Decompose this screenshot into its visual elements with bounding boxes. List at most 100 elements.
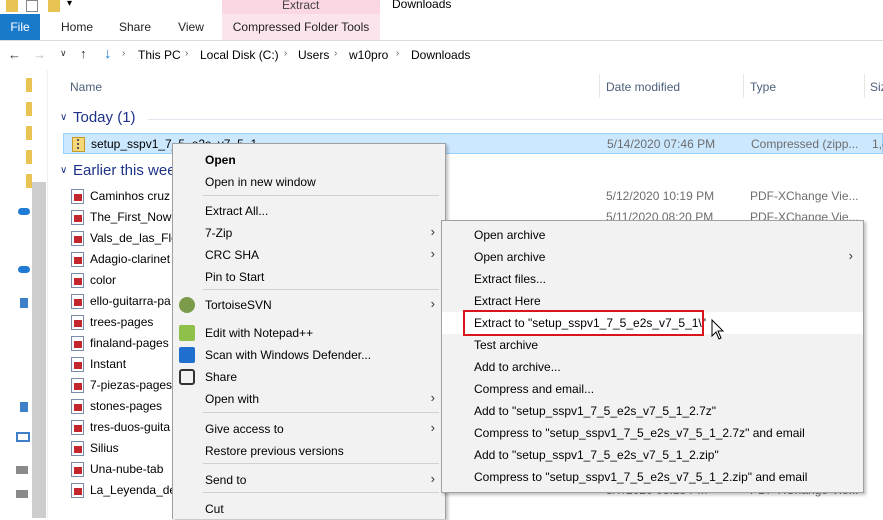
tab-file[interactable]: File (0, 14, 40, 40)
folder-icon[interactable] (26, 78, 32, 92)
sevenzip-menu-item[interactable]: Compress and email... (442, 378, 863, 400)
menu-item-label: Share (205, 370, 238, 384)
building-icon[interactable] (20, 402, 28, 412)
breadcrumb-downloads[interactable]: Downloads (411, 48, 470, 62)
folder-icon[interactable] (26, 126, 32, 140)
menu-item-crc-sha[interactable]: CRC SHA › (173, 244, 445, 266)
menu-item-label: Pin to Start (205, 270, 265, 284)
back-arrow-icon[interactable]: ← (8, 47, 21, 62)
menu-item-open-with[interactable]: Open with › (173, 388, 445, 410)
pdf-file-icon (71, 399, 84, 414)
group-header-earlier[interactable]: Earlier this wee (73, 162, 176, 179)
sevenzip-menu-item[interactable]: Extract files... (442, 268, 863, 290)
drive-icon[interactable] (16, 466, 28, 474)
menu-item-7-zip[interactable]: 7-Zip › (173, 222, 445, 244)
highlight-box (463, 310, 704, 336)
folder-icon[interactable] (26, 150, 32, 164)
breadcrumb-separator-icon[interactable]: › (185, 48, 188, 59)
breadcrumb-separator-icon[interactable]: › (396, 48, 399, 59)
tab-home[interactable]: Home (52, 14, 102, 40)
menu-item-extract-all[interactable]: Extract All... (173, 200, 445, 222)
breadcrumb-separator-icon[interactable]: › (122, 48, 125, 59)
tab-compressed-folder-tools[interactable]: Compressed Folder Tools (222, 14, 380, 40)
breadcrumb-w10pro[interactable]: w10pro (349, 48, 388, 62)
drive-icon[interactable] (16, 490, 28, 498)
menu-item-edit-with-notepad[interactable]: Edit with Notepad++ (173, 322, 445, 344)
sevenzip-menu-item[interactable]: Compress to "setup_sspv1_7_5_e2s_v7_5_1_… (442, 466, 863, 488)
file-name: Instant (90, 357, 127, 371)
menu-item-label: Give access to (205, 422, 284, 436)
menu-item-label: Open archive (474, 228, 546, 242)
onedrive-icon[interactable] (18, 208, 30, 215)
breadcrumb-separator-icon[interactable]: › (284, 48, 287, 59)
pdf-file-icon (71, 189, 84, 204)
sevenzip-menu-item[interactable]: Open archive › (442, 246, 863, 268)
forward-arrow-icon[interactable]: → (33, 47, 46, 62)
submenu-arrow-icon: › (430, 471, 435, 486)
sevenzip-menu-item[interactable]: Add to archive... (442, 356, 863, 378)
menu-item-pin-to-start[interactable]: Pin to Start (173, 266, 445, 288)
file-name: The_First_Nowe (90, 210, 179, 224)
file-name: Vals_de_las_Flor (90, 231, 182, 245)
menu-item-cut[interactable]: Cut (173, 498, 445, 520)
menu-item-share[interactable]: Share (173, 366, 445, 388)
menu-separator (203, 492, 439, 493)
menu-item-restore-previous-versions[interactable]: Restore previous versions (173, 440, 445, 462)
sevenzip-menu-item[interactable]: Compress to "setup_sspv1_7_5_e2s_v7_5_1_… (442, 422, 863, 444)
menu-item-send-to[interactable]: Send to › (173, 469, 445, 491)
folder-icon[interactable] (26, 102, 32, 116)
submenu-arrow-icon: › (430, 390, 435, 405)
menu-item-label: Edit with Notepad++ (205, 326, 314, 340)
breadcrumb-separator-icon[interactable]: › (334, 48, 337, 59)
column-divider[interactable] (864, 74, 865, 98)
properties-icon[interactable] (26, 0, 38, 12)
pdf-file-icon (71, 420, 84, 435)
sevenzip-menu-item[interactable]: Test archive (442, 334, 863, 356)
pdf-file-icon (71, 210, 84, 225)
file-name: Caminhos cruz (90, 189, 171, 203)
menu-item-label: Restore previous versions (205, 444, 344, 458)
submenu-arrow-icon: › (430, 420, 435, 435)
recent-locations-icon[interactable]: ∨ (60, 48, 67, 59)
sevenzip-menu-item[interactable]: Extract Here (442, 290, 863, 312)
menu-item-give-access-to[interactable]: Give access to › (173, 418, 445, 440)
menu-item-open-in-new-window[interactable]: Open in new window (173, 171, 445, 193)
this-pc-icon[interactable] (16, 432, 30, 442)
breadcrumb-local-disk[interactable]: Local Disk (C:) (200, 48, 279, 62)
collapse-chevron-icon[interactable]: ∨ (60, 112, 67, 123)
menu-item-open[interactable]: Open (173, 149, 445, 171)
menu-item-label: CRC SHA (205, 248, 260, 262)
menu-item-label: Compress and email... (474, 382, 595, 396)
up-arrow-icon[interactable]: ↑ (80, 46, 87, 61)
sevenzip-submenu: Open archive Open archive › Extract files..… (441, 220, 864, 493)
column-header-type[interactable]: Type (750, 80, 776, 94)
qat-dropdown-icon[interactable]: ▾ (67, 0, 72, 9)
menu-item-label: Add to "setup_sspv1_7_5_e2s_v7_5_1_2.zip… (474, 448, 719, 462)
pdf-file-icon (71, 231, 84, 246)
group-header-today[interactable]: Today (1) (73, 109, 136, 126)
breadcrumb-users[interactable]: Users (298, 48, 329, 62)
sevenzip-menu-item[interactable]: Open archive (442, 224, 863, 246)
file-name: Silius (90, 441, 119, 455)
navigation-scrollbar[interactable] (32, 182, 46, 518)
onedrive-icon[interactable] (18, 266, 30, 273)
column-divider[interactable] (743, 74, 744, 98)
column-header-name[interactable]: Name (70, 80, 102, 94)
menu-item-label: Add to archive... (474, 360, 561, 374)
sevenzip-menu-item[interactable]: Add to "setup_sspv1_7_5_e2s_v7_5_1_2.zip… (442, 444, 863, 466)
column-divider[interactable] (599, 74, 600, 98)
submenu-arrow-icon: › (430, 224, 435, 239)
menu-item-label: Cut (205, 502, 224, 516)
menu-item-scan-with-windows-defender[interactable]: Scan with Windows Defender... (173, 344, 445, 366)
breadcrumb-this-pc[interactable]: This PC (138, 48, 181, 62)
sevenzip-menu-item[interactable]: Add to "setup_sspv1_7_5_e2s_v7_5_1_2.7z" (442, 400, 863, 422)
building-icon[interactable] (20, 298, 28, 308)
column-header-size[interactable]: Siz (870, 80, 883, 94)
tab-view[interactable]: View (167, 14, 215, 40)
column-header-date[interactable]: Date modified (606, 80, 680, 94)
collapse-chevron-icon[interactable]: ∨ (60, 165, 67, 176)
menu-item-tortoisesvn[interactable]: TortoiseSVN › (173, 294, 445, 316)
new-folder-icon[interactable] (48, 0, 60, 12)
menu-item-label: Compress to "setup_sspv1_7_5_e2s_v7_5_1_… (474, 426, 805, 440)
tab-share[interactable]: Share (110, 14, 160, 40)
